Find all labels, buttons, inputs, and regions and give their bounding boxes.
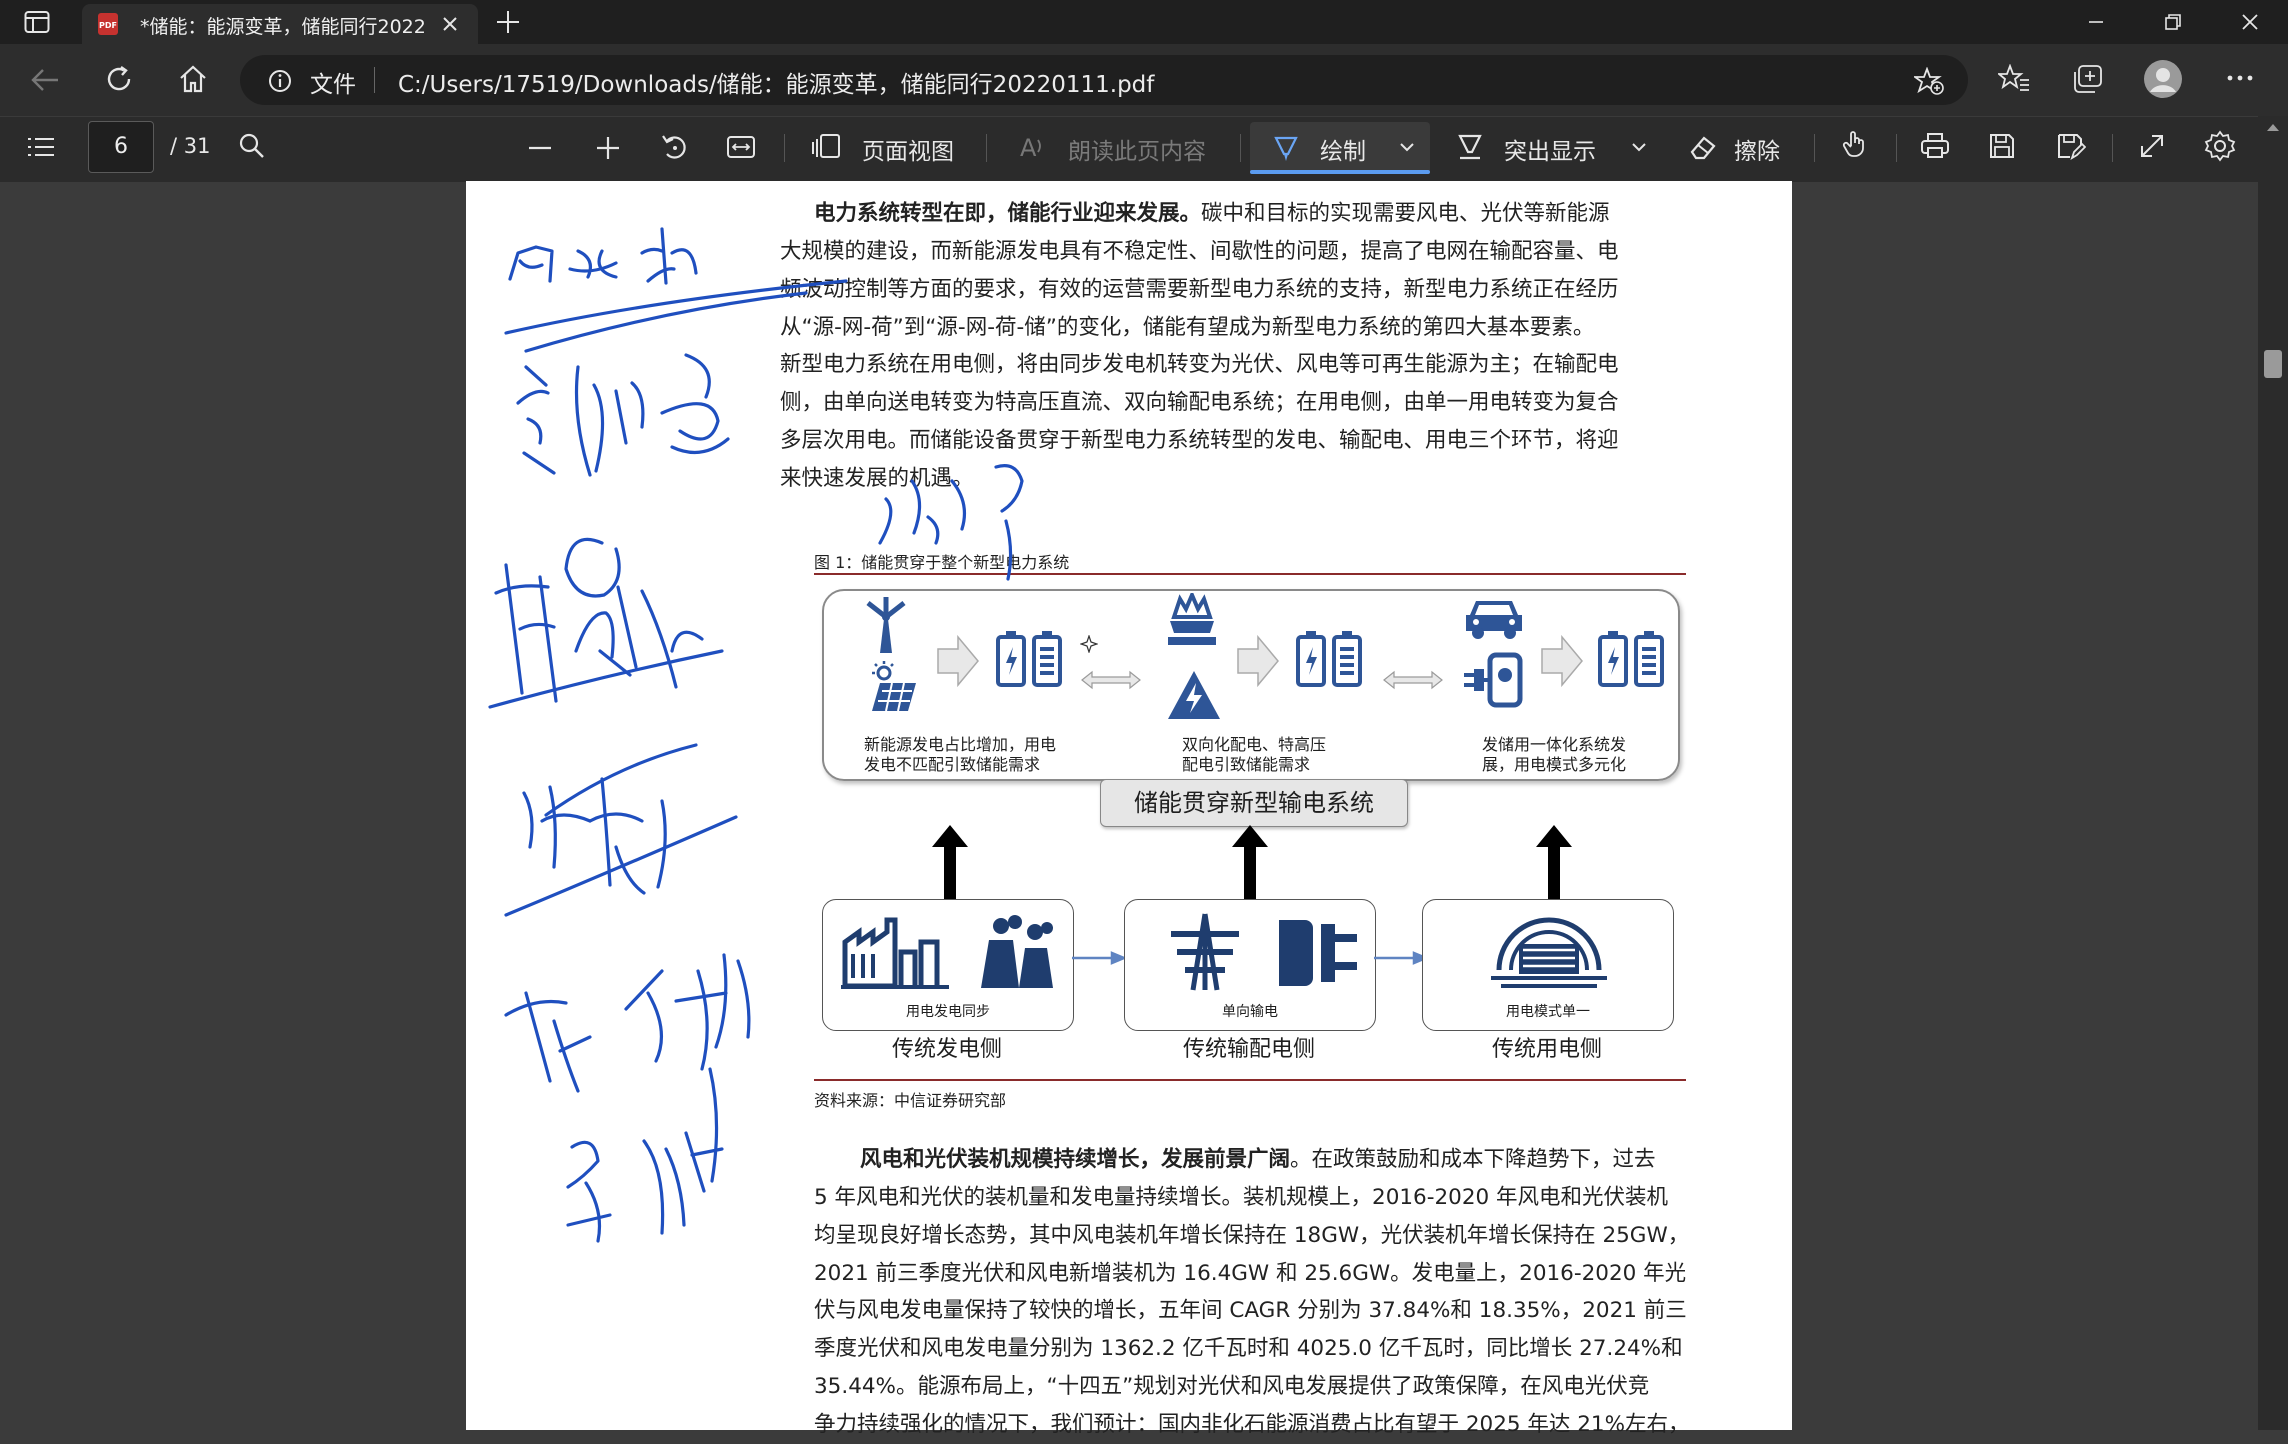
- restore-button[interactable]: [2142, 0, 2202, 44]
- add-favorite-icon[interactable]: [1914, 67, 1944, 95]
- draw-pen-icon: [1272, 134, 1300, 164]
- toolbar-divider: [1814, 134, 1815, 162]
- ink-stroke: [624, 953, 751, 1071]
- vertical-scrollbar[interactable]: [2258, 116, 2288, 1430]
- settings-gear-icon[interactable]: [2204, 130, 2236, 162]
- pdf-file-icon: PDF: [96, 12, 120, 36]
- erase-label[interactable]: 擦除: [1734, 132, 1780, 166]
- favorites-icon[interactable]: [1998, 64, 2030, 94]
- site-label: 文件: [310, 72, 356, 98]
- ink-stroke: [640, 227, 698, 285]
- ink-stroke: [564, 537, 621, 598]
- ink-stroke: [568, 249, 618, 279]
- tab-title: *储能：能源变革，储能同行2022: [140, 16, 426, 38]
- active-underline: [1250, 170, 1430, 174]
- ink-stroke: [642, 1067, 724, 1235]
- ink-stroke: [574, 611, 632, 677]
- save-icon[interactable]: [1988, 132, 2016, 160]
- fullscreen-icon[interactable]: [2138, 132, 2166, 160]
- touch-write-icon[interactable]: [1840, 128, 1870, 160]
- save-as-icon[interactable]: [2056, 132, 2086, 160]
- info-icon[interactable]: [268, 69, 292, 93]
- scroll-up-arrow-icon[interactable]: [2266, 122, 2280, 132]
- ink-stroke: [508, 245, 554, 283]
- zoom-in-icon[interactable]: [594, 134, 622, 162]
- ink-stroke: [566, 1140, 612, 1243]
- toolbar-divider: [1240, 134, 1241, 162]
- toolbar-divider: [986, 134, 987, 162]
- ink-stroke: [522, 785, 592, 869]
- svg-text:A: A: [1020, 134, 1037, 160]
- print-icon[interactable]: [1920, 132, 1950, 160]
- page-view-label[interactable]: 页面视图: [862, 132, 954, 166]
- home-icon[interactable]: [178, 64, 208, 94]
- draw-label: 绘制: [1320, 139, 1366, 165]
- close-tab-icon[interactable]: [440, 14, 460, 34]
- tab-actions-icon[interactable]: [24, 10, 50, 34]
- url-text[interactable]: C:/Users/17519/Downloads/储能：能源变革，储能同行202…: [398, 65, 1154, 99]
- toolbar-divider: [2112, 134, 2113, 162]
- ink-stroke: [488, 649, 724, 709]
- ink-stroke: [494, 563, 558, 703]
- ink-stroke: [504, 815, 738, 917]
- rotate-icon[interactable]: [660, 132, 690, 162]
- back-icon[interactable]: [30, 66, 60, 94]
- active-tab[interactable]: PDF *储能：能源变革，储能同行2022: [82, 4, 478, 44]
- profile-avatar[interactable]: [2144, 60, 2182, 98]
- fit-width-icon[interactable]: [726, 134, 756, 160]
- toolbar-divider: [1896, 134, 1897, 162]
- divider: [374, 67, 375, 93]
- svg-text:PDF: PDF: [99, 21, 117, 30]
- ink-stroke: [544, 743, 698, 817]
- page-total: / 31: [170, 134, 211, 158]
- refresh-icon[interactable]: [104, 64, 134, 94]
- close-window-button[interactable]: [2220, 0, 2280, 44]
- eraser-icon[interactable]: [1688, 132, 1718, 162]
- ink-stroke: [994, 464, 1024, 581]
- read-aloud-label[interactable]: 朗读此页内容: [1068, 132, 1206, 166]
- ink-stroke: [516, 365, 556, 475]
- highlighter-icon[interactable]: [1456, 132, 1484, 162]
- collections-icon[interactable]: [2072, 64, 2104, 94]
- toolbar-divider: [784, 134, 785, 162]
- pdf-page: 电力系统转型在即，储能行业迎来发展。碳中和目标的实现需要风电、光伏等新能源 大规…: [466, 181, 1792, 1437]
- highlight-chevron-down-icon[interactable]: [1630, 140, 1648, 154]
- zoom-out-icon[interactable]: [526, 134, 554, 162]
- page-number-input[interactable]: 6: [88, 121, 154, 173]
- address-bar-row: 文件 C:/Users/17519/Downloads/储能：能源变革，储能同行…: [0, 44, 2288, 116]
- search-icon[interactable]: [238, 132, 266, 160]
- address-bar[interactable]: 文件 C:/Users/17519/Downloads/储能：能源变革，储能同行…: [240, 55, 1968, 105]
- scroll-thumb[interactable]: [2264, 350, 2282, 378]
- more-options-icon[interactable]: [2226, 68, 2254, 88]
- new-tab-button[interactable]: [494, 8, 522, 36]
- ink-stroke: [878, 479, 966, 545]
- highlight-label[interactable]: 突出显示: [1504, 132, 1596, 166]
- ink-stroke: [504, 279, 848, 335]
- title-bar: PDF *储能：能源变革，储能同行2022: [0, 0, 2288, 44]
- table-of-contents-icon[interactable]: [26, 135, 56, 159]
- ink-annotations[interactable]: [466, 181, 1792, 1430]
- ink-stroke: [574, 365, 645, 477]
- draw-chevron-down-icon[interactable]: [1398, 140, 1416, 154]
- page-view-icon[interactable]: [812, 132, 842, 160]
- ink-stroke: [660, 353, 730, 455]
- minimize-button[interactable]: [2066, 0, 2126, 44]
- ink-stroke: [504, 991, 592, 1093]
- read-aloud-icon[interactable]: A: [1018, 132, 1048, 160]
